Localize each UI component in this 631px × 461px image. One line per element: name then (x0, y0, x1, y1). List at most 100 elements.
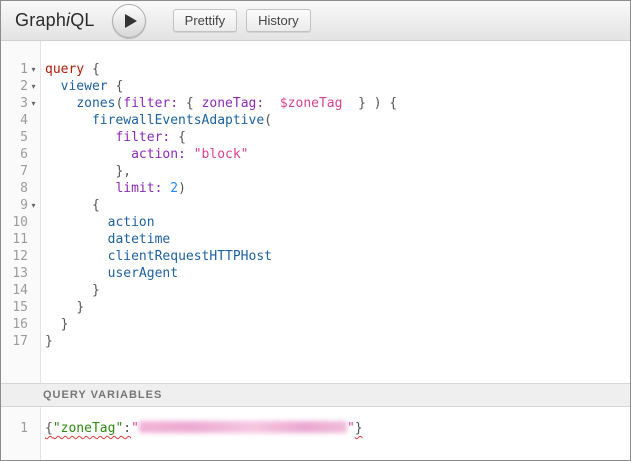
gutter-row: 7 (1, 163, 40, 180)
line-number: 6 (20, 146, 28, 163)
variables-line-number-gutter: 1 (1, 407, 41, 460)
gutter-row: 1▾ (1, 61, 40, 78)
code-token: " (131, 421, 139, 436)
code-line: filter: { (45, 129, 630, 146)
code-line: action (45, 214, 630, 231)
code-token (178, 96, 186, 111)
line-number: 9 (20, 197, 28, 214)
query-editor[interactable]: 1▾2▾3▾456789▾1011121314151617 query { vi… (1, 41, 630, 383)
code-token (45, 113, 92, 128)
code-token: filter: (123, 96, 178, 111)
fold-arrow-icon[interactable]: ▾ (28, 197, 39, 214)
line-number: 13 (12, 265, 28, 282)
code-token (45, 198, 92, 213)
code-token: userAgent (108, 266, 178, 281)
code-token (45, 181, 115, 196)
code-token (170, 130, 178, 145)
gutter-row: 13 (1, 265, 40, 282)
line-number: 1 (20, 61, 28, 78)
code-token: { (108, 79, 124, 94)
line-number: 8 (20, 180, 28, 197)
line-number: 3 (20, 95, 28, 112)
code-token (45, 249, 108, 264)
prettify-button[interactable]: Prettify (173, 9, 237, 32)
redacted-value (139, 421, 347, 433)
query-variables-header[interactable]: QUERY VARIABLES (1, 383, 630, 407)
line-number: 11 (12, 231, 28, 248)
code-token: } (45, 334, 53, 349)
code-token: $zoneTag (280, 96, 343, 111)
code-token: action (108, 215, 155, 230)
execute-query-button[interactable] (112, 4, 146, 38)
code-token: viewer (61, 79, 108, 94)
code-line: datetime (45, 231, 630, 248)
line-number: 12 (12, 248, 28, 265)
line-number: 16 (12, 316, 28, 333)
code-token (45, 232, 108, 247)
code-token: " (347, 421, 355, 436)
code-line: } (45, 282, 630, 299)
code-token: } (92, 283, 100, 298)
code-token (45, 130, 115, 145)
gutter-row: 2▾ (1, 78, 40, 95)
query-line-number-gutter: 1▾2▾3▾456789▾1011121314151617 (1, 41, 41, 383)
history-button[interactable]: History (246, 9, 310, 32)
topbar: GraphiQL Prettify History (1, 1, 630, 41)
code-token: clientRequestHTTPHost (108, 249, 272, 264)
gutter-row: 9▾ (1, 197, 40, 214)
code-line: firewallEventsAdaptive( (45, 112, 630, 129)
gutter-row: 8 (1, 180, 40, 197)
code-token: datetime (108, 232, 171, 247)
code-token: } (76, 300, 84, 315)
code-line: clientRequestHTTPHost (45, 248, 630, 265)
variables-code-area[interactable]: {"zoneTag":""} (41, 407, 630, 460)
gutter-row: 3▾ (1, 95, 40, 112)
gutter-row: 12 (1, 248, 40, 265)
gutter-row: 10 (1, 214, 40, 231)
play-icon (125, 14, 137, 28)
code-line: } (45, 333, 630, 350)
gutter-row: 15 (1, 299, 40, 316)
code-line: action: "block" (45, 146, 630, 163)
code-line: zones(filter: { zoneTag: $zoneTag } ) { (45, 95, 630, 112)
code-token (45, 164, 115, 179)
code-token: filter: (115, 130, 170, 145)
code-token (45, 96, 76, 111)
code-line: { (45, 197, 630, 214)
code-token (45, 79, 61, 94)
code-token (194, 96, 202, 111)
code-token: query (45, 62, 84, 77)
code-token: action: (131, 147, 186, 162)
code-token: firewallEventsAdaptive (92, 113, 264, 128)
line-number: 1 (20, 420, 28, 437)
code-token: limit: (115, 181, 162, 196)
code-line: }, (45, 163, 630, 180)
code-token: { (92, 198, 100, 213)
fold-arrow-icon[interactable]: ▾ (28, 95, 39, 112)
logo-text: Graph (15, 10, 66, 30)
code-token: zones (76, 96, 115, 111)
code-token: { (45, 421, 53, 436)
fold-arrow-icon[interactable]: ▾ (28, 78, 39, 95)
code-token (45, 283, 92, 298)
code-line: } (45, 316, 630, 333)
gutter-row: 14 (1, 282, 40, 299)
fold-arrow-icon[interactable]: ▾ (28, 61, 39, 78)
app-logo: GraphiQL (15, 10, 95, 31)
code-token (45, 300, 76, 315)
code-token: { (178, 130, 186, 145)
gutter-row: 11 (1, 231, 40, 248)
code-token: } ) { (358, 96, 397, 111)
code-token: { (186, 96, 194, 111)
code-token: ) (178, 181, 186, 196)
code-token (264, 96, 280, 111)
query-code-area[interactable]: query { viewer { zones(filter: { zoneTag… (41, 41, 630, 383)
code-token: { (84, 62, 100, 77)
code-token (45, 215, 108, 230)
code-line: query { (45, 61, 630, 78)
code-token: ( (264, 113, 272, 128)
variables-editor[interactable]: 1 {"zoneTag":""} (1, 407, 630, 460)
line-number: 2 (20, 78, 28, 95)
code-token (45, 317, 61, 332)
code-token: 2 (170, 181, 178, 196)
